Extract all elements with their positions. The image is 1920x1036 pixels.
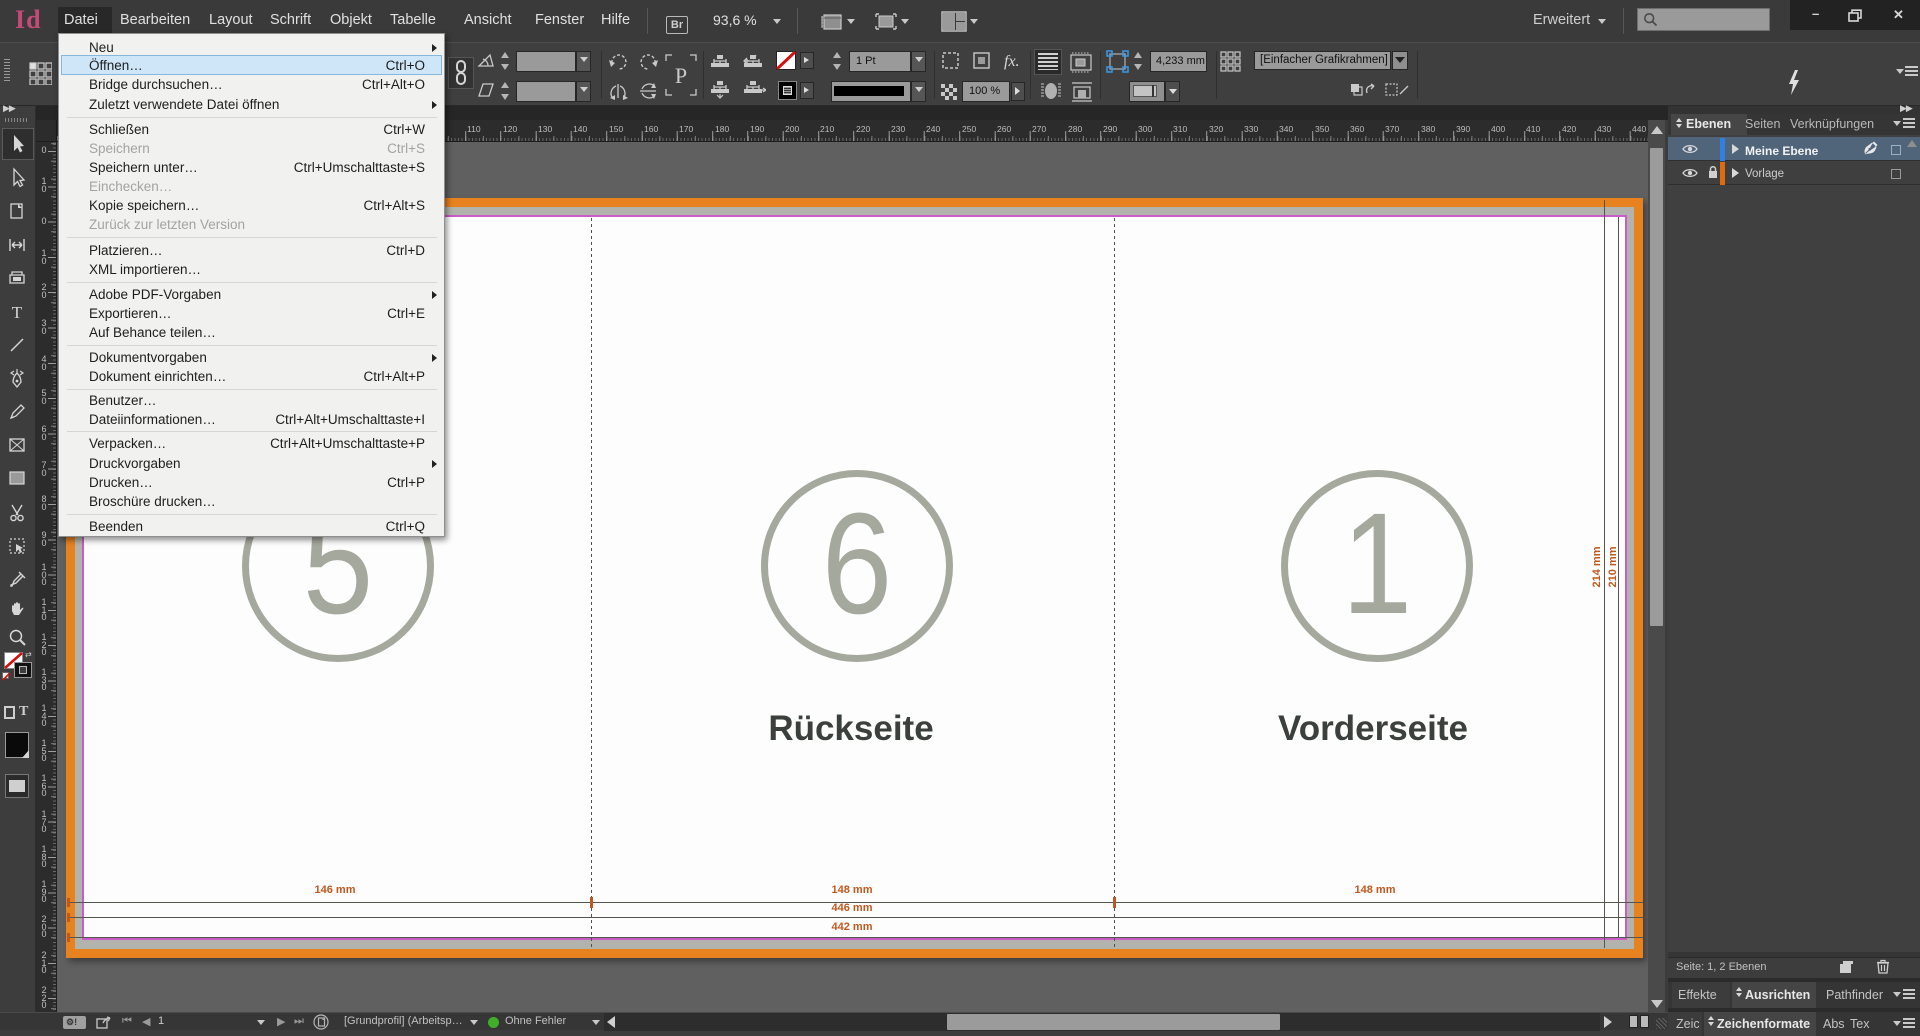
svg-text:P: P	[675, 63, 687, 88]
svg-text:T: T	[12, 303, 23, 322]
